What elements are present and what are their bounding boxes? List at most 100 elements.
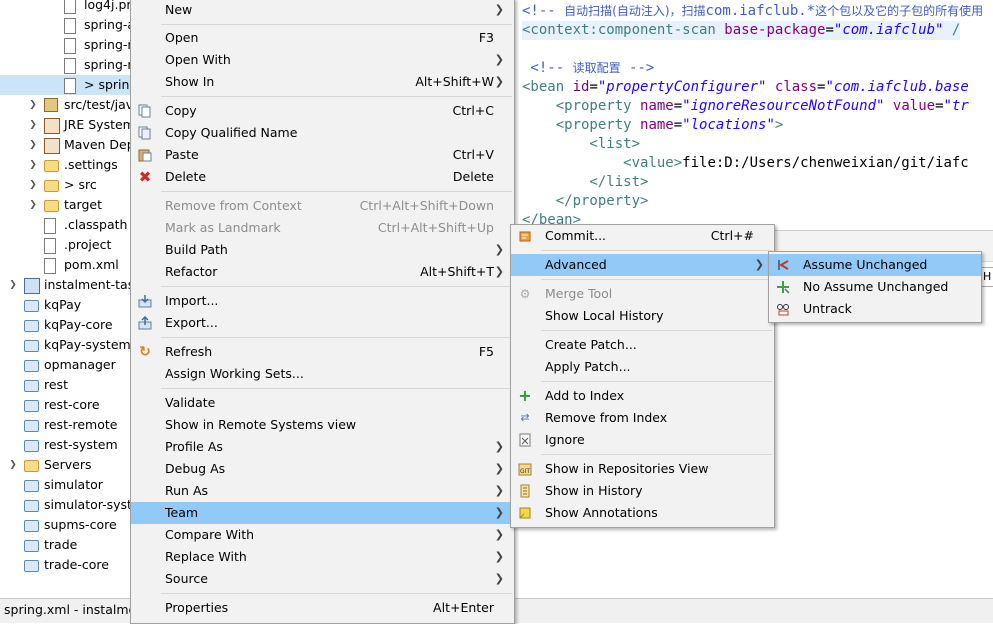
menu-item-merge-tool[interactable]: ⚙ Merge Tool [511,283,774,305]
menu-item-create-patch[interactable]: Create Patch... [511,334,774,356]
folder-icon [44,180,59,192]
menu-item-debug-as[interactable]: Debug As ❯ [131,458,514,480]
tree-item[interactable]: rest [0,375,135,395]
tree-item[interactable]: rest-core [0,395,135,415]
menu-item-replace-with[interactable]: Replace With ❯ [131,546,514,568]
menu-item-assign-working-sets[interactable]: Assign Working Sets... [131,363,514,385]
tree-item[interactable]: spring-r [0,55,135,75]
menu-item-delete[interactable]: ✖ Delete Delete [131,166,514,188]
tree-item[interactable]: spring-r [0,35,135,55]
menu-item-compare-with[interactable]: Compare With ❯ [131,524,514,546]
tree-item[interactable]: rest-system [0,435,135,455]
tree-item[interactable]: kqPay-system [0,335,135,355]
tree-item[interactable]: ❯ Servers [0,455,135,475]
menu-item-refresh[interactable]: ↻ Refresh F5 [131,341,514,363]
menu-item-export[interactable]: Export... [131,312,514,334]
xml-editor[interactable]: <!-- 自动扫描(自动注入)，扫描com.iafclub.*这个包以及它的子包… [515,0,993,230]
tree-item[interactable]: log4j.pr [0,0,135,15]
menu-item-open-with[interactable]: Open With ❯ [131,49,514,71]
menu-item-mark-as-landmark[interactable]: Mark as Landmark Ctrl+Alt+Shift+Up [131,217,514,239]
tree-item-label: simulator [44,477,103,492]
tree-item[interactable]: ❯ Maven Dep [0,135,135,155]
menu-item-properties[interactable]: Properties Alt+Enter [131,597,514,619]
expand-arrow-icon[interactable]: ❯ [28,95,38,115]
expand-arrow-icon[interactable]: ❯ [8,455,18,475]
menu-item-run-as[interactable]: Run As ❯ [131,480,514,502]
tree-item[interactable]: ❯ JRE System [0,115,135,135]
tree-item[interactable]: simulator-syste [0,495,135,515]
tree-item[interactable]: .classpath [0,215,135,235]
tree-item[interactable]: kqPay [0,295,135,315]
tree-item[interactable]: trade [0,535,135,555]
tree-item[interactable]: opmanager [0,355,135,375]
tree-item-label: spring-r [84,57,133,72]
tree-item-label: .settings [64,157,118,172]
code-token: > [774,117,784,133]
tree-item[interactable]: pom.xml [0,255,135,275]
menu-item-commit[interactable]: Commit... Ctrl+# [511,225,774,247]
menu-item-ignore[interactable]: Ignore [511,429,774,451]
merge-tool-icon: ⚙ [519,287,531,301]
tree-item[interactable]: ❯ .settings [0,155,135,175]
tree-item[interactable]: > spring [0,75,135,95]
tree-item[interactable]: simulator [0,475,135,495]
code-token: </property> [522,193,649,209]
menu-item-open[interactable]: Open F3 [131,27,514,49]
expand-arrow-icon[interactable]: ❯ [28,135,38,155]
menu-item-apply-patch[interactable]: Apply Patch... [511,356,774,378]
menu-item-show-in-history[interactable]: Show in History [511,480,774,502]
menu-item-validate[interactable]: Validate [131,392,514,414]
submenu-arrow-icon: ❯ [494,550,504,563]
menu-item-import[interactable]: Import... [131,290,514,312]
tree-item[interactable]: ❯ > src [0,175,135,195]
submenu-arrow-icon: ❯ [754,258,764,271]
project-folder-icon [24,480,39,492]
menu-item-show-in[interactable]: Show In Alt+Shift+W ❯ [131,71,514,93]
tree-item[interactable]: ❯ src/test/jav [0,95,135,115]
tree-item-label: JRE System [64,117,135,132]
expand-arrow-icon[interactable]: ❯ [28,195,38,215]
xml-file-icon [64,58,76,74]
menu-item-no-assume-unchanged[interactable]: No Assume Unchanged [769,276,981,298]
menu-item-show-local-history[interactable]: Show Local History [511,305,774,327]
menu-item-show-in-remote-systems[interactable]: Show in Remote Systems view [131,414,514,436]
menu-item-remove-from-context[interactable]: Remove from Context Ctrl+Alt+Shift+Down [131,195,514,217]
tree-item[interactable]: .project [0,235,135,255]
project-folder-icon [24,420,39,432]
menu-item-refactor[interactable]: Refactor Alt+Shift+T ❯ [131,261,514,283]
tree-item[interactable]: trade-core [0,555,135,575]
project-folder-icon [24,360,39,372]
menu-item-team[interactable]: Team ❯ [131,502,514,524]
expand-arrow-icon[interactable]: ❯ [28,115,38,135]
menu-item-copy[interactable]: Copy Ctrl+C [131,100,514,122]
tree-item[interactable]: rest-remote [0,415,135,435]
expand-arrow-icon[interactable]: ❯ [28,175,38,195]
code-token: <list> [522,136,641,152]
tree-item-label: log4j.pr [84,0,132,12]
tree-item[interactable]: supms-core [0,515,135,535]
menu-item-show-in-repositories-view[interactable]: GIT Show in Repositories View [511,458,774,480]
menu-item-copy-qualified-name[interactable]: Copy Qualified Name [131,122,514,144]
expand-arrow-icon[interactable]: ❯ [8,275,18,295]
menu-item-remove-from-index[interactable]: ⇄ Remove from Index [511,407,774,429]
menu-item-source[interactable]: Source ❯ [131,568,514,590]
menu-item-new[interactable]: New ❯ [131,0,514,21]
tree-item-label: kqPay-core [44,317,113,332]
tree-item[interactable]: ❯ instalment-task [0,275,135,295]
menu-item-add-to-index[interactable]: + Add to Index [511,385,774,407]
advanced-submenu: Assume Unchanged No Assume Unchanged Unt… [768,251,982,323]
menu-item-untrack[interactable]: Untrack [769,298,981,320]
menu-item-show-annotations[interactable]: Show Annotations [511,502,774,524]
expand-arrow-icon[interactable]: ❯ [28,155,38,175]
menu-item-paste[interactable]: Paste Ctrl+V [131,144,514,166]
menu-item-build-path[interactable]: Build Path ❯ [131,239,514,261]
menu-item-assume-unchanged[interactable]: Assume Unchanged [769,254,981,276]
tree-item[interactable]: ❯ target [0,195,135,215]
editor-line: <property name="locations"> [522,116,784,135]
menu-item-advanced[interactable]: Advanced ❯ [511,254,774,276]
tree-item[interactable]: spring-a [0,15,135,35]
tree-item[interactable]: kqPay-core [0,315,135,335]
menu-item-profile-as[interactable]: Profile As ❯ [131,436,514,458]
code-token: "locations" [682,117,775,133]
